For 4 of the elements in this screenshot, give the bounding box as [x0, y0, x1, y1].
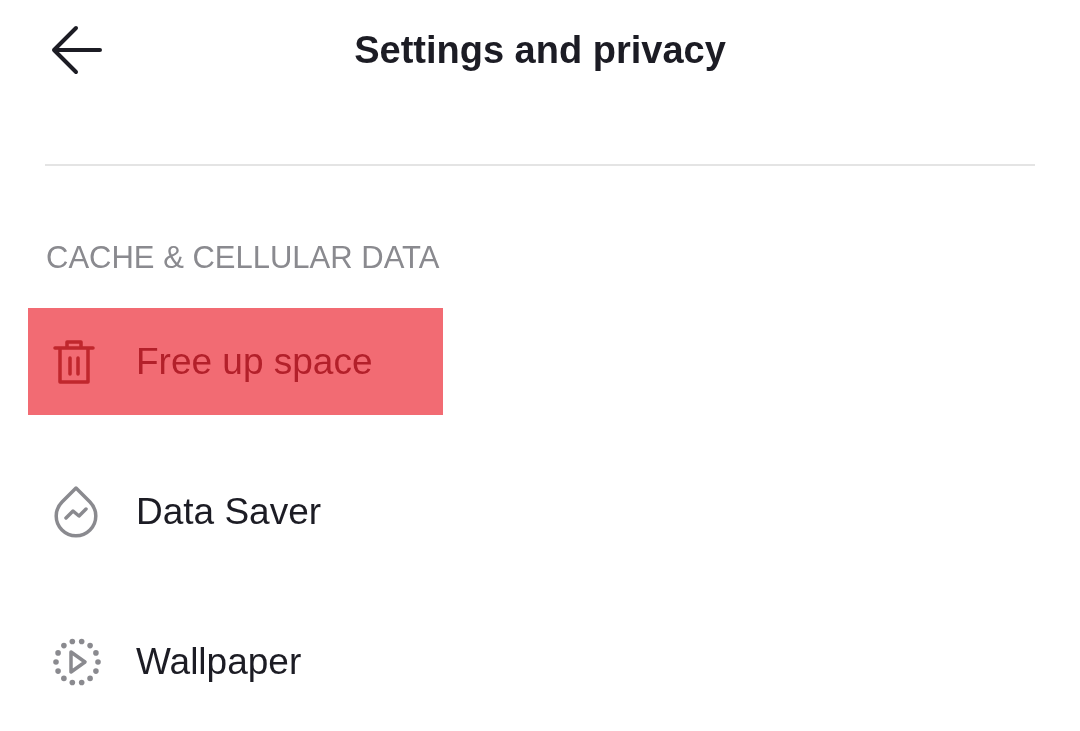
section-heading: CACHE & CELLULAR DATA: [46, 239, 440, 277]
menu-item[interactable]: Wallpaper: [28, 608, 443, 715]
menu-item[interactable]: Data Saver: [28, 458, 443, 565]
page-title: Settings and privacy: [353, 28, 727, 72]
